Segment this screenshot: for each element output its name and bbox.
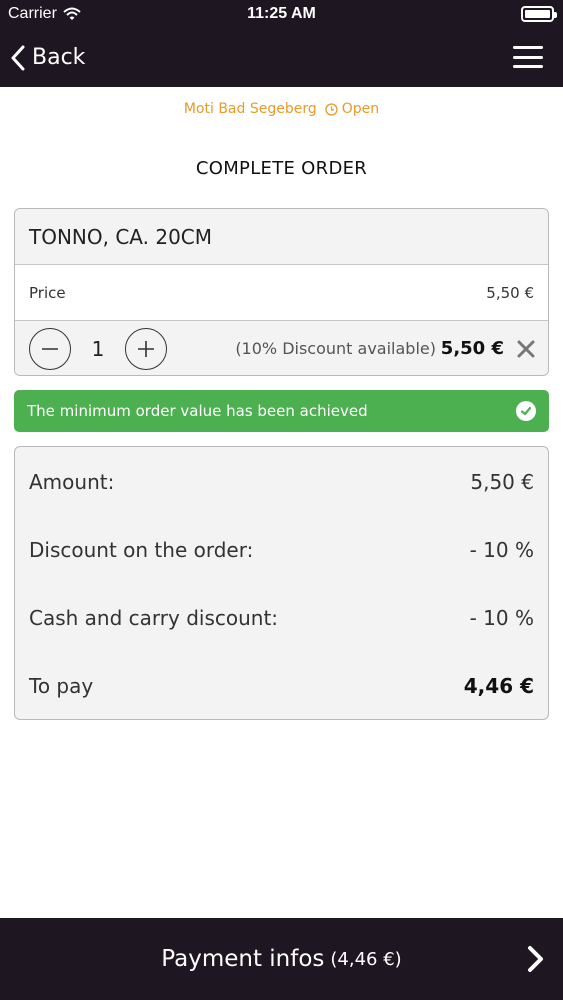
min-order-text: The minimum order value has been achieve… [27, 402, 368, 420]
order-summary: Amount: 5,50 € Discount on the order: - … [14, 446, 549, 720]
summary-label: Discount on the order: [29, 538, 254, 562]
back-label: Back [32, 45, 86, 70]
open-status-label: Open [341, 101, 380, 117]
summary-row-order-discount: Discount on the order: - 10 % [29, 535, 534, 565]
summary-label: Cash and carry discount: [29, 606, 279, 630]
summary-row-amount: Amount: 5,50 € [29, 467, 534, 497]
open-status: Open [325, 101, 379, 117]
minus-icon [42, 347, 58, 350]
price-row: Price 5,50 € [15, 265, 548, 321]
clock-time: 11:25 AM [247, 5, 316, 22]
payment-infos-label: Payment infos [161, 946, 325, 972]
quantity-row: 1 (10% Discount available) 5,50 € [15, 321, 548, 375]
chevron-left-icon [11, 45, 25, 70]
quantity-value: 1 [91, 336, 105, 361]
order-item-card: TONNO, CA. 20CM Price 5,50 € 1 (10% Disc… [14, 208, 549, 376]
line-total: 5,50 € [440, 338, 504, 359]
back-button[interactable]: Back [10, 28, 85, 87]
shop-name: Moti Bad Segeberg [183, 101, 317, 117]
summary-row-cash-carry-discount: Cash and carry discount: - 10 % [29, 603, 534, 633]
payment-infos-label-group: Payment infos (4,46 €) [0, 918, 563, 1000]
item-name: TONNO, CA. 20CM [15, 209, 548, 265]
status-bar: Carrier 11:25 AM [0, 0, 563, 28]
price-label: Price [29, 283, 66, 302]
price-value: 5,50 € [486, 283, 534, 302]
summary-value: - 10 % [469, 538, 534, 562]
plus-icon [138, 340, 154, 357]
clock-icon [325, 102, 338, 116]
increase-quantity-button[interactable] [125, 327, 167, 370]
discount-note: (10% Discount available) [235, 339, 436, 358]
check-circle-icon [516, 401, 536, 421]
chevron-right-icon [528, 946, 543, 972]
decrease-quantity-button[interactable] [29, 327, 71, 370]
summary-label: Amount: [29, 470, 115, 494]
payment-infos-button[interactable]: Payment infos (4,46 €) [0, 918, 563, 1000]
summary-value: 5,50 € [470, 470, 534, 494]
summary-value: 4,46 € [463, 674, 534, 698]
summary-label: To pay [29, 674, 94, 698]
min-order-banner: The minimum order value has been achieve… [14, 390, 549, 432]
page-title: COMPLETE ORDER [195, 158, 368, 179]
hamburger-menu-icon[interactable] [513, 46, 543, 68]
shop-status: Moti Bad Segeberg Open [0, 101, 563, 117]
summary-value: - 10 % [469, 606, 534, 630]
summary-row-to-pay: To pay 4,46 € [29, 671, 534, 701]
battery-icon [521, 6, 557, 22]
payment-infos-amount: (4,46 €) [330, 948, 402, 970]
nav-bar: Back [0, 28, 563, 87]
close-icon[interactable] [516, 339, 536, 359]
